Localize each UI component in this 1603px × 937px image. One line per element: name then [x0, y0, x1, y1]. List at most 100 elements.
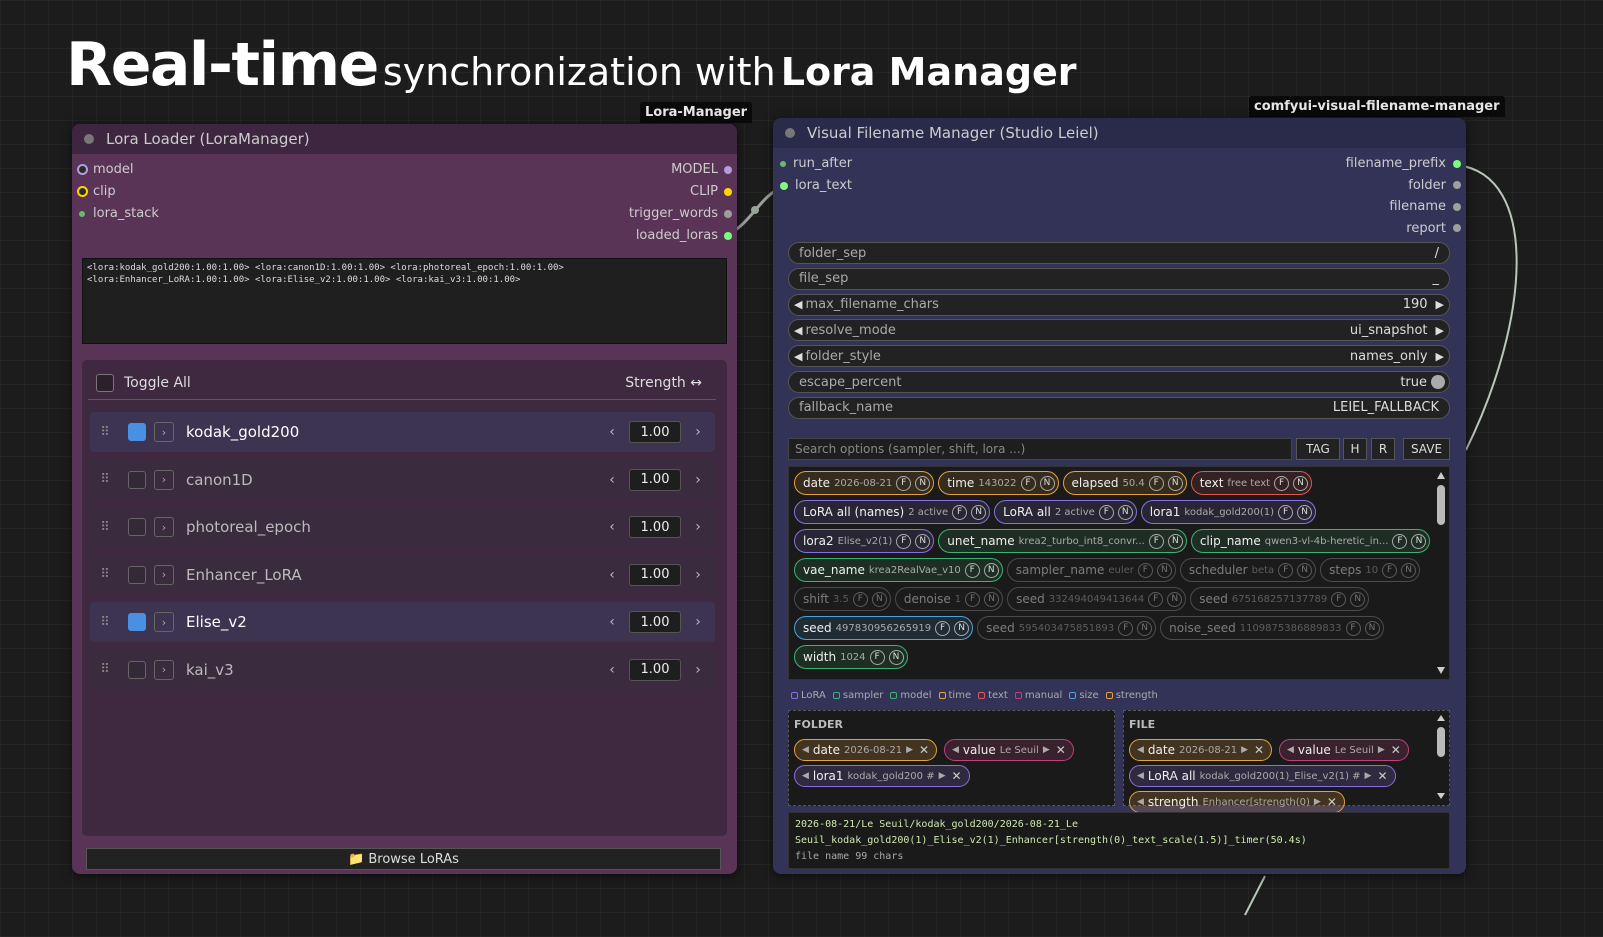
widget-resolve_mode[interactable]: ◀ resolve_mode ui_snapshot ▶ [788, 319, 1450, 342]
lora-enable-checkbox[interactable] [128, 565, 146, 584]
decrement-arrow-icon[interactable]: ◀ [794, 350, 802, 363]
legend-checkbox[interactable] [1069, 692, 1077, 699]
drag-handle-icon[interactable]: ⠿ [90, 472, 120, 487]
token-chip[interactable]: shift 3.5 F N [794, 587, 891, 611]
token-chip[interactable]: time 143022 F N [938, 471, 1059, 495]
add-to-folder-button[interactable]: F [1278, 562, 1294, 578]
drag-handle-icon[interactable]: ⠿ [90, 615, 120, 630]
move-right-icon[interactable]: ▶ [1378, 745, 1385, 755]
token-chip[interactable]: elapsed 50.4 F N [1062, 471, 1187, 495]
decrement-arrow-icon[interactable]: ◀ [794, 324, 802, 337]
widget-folder_style[interactable]: ◀ folder_style names_only ▶ [788, 345, 1450, 368]
lora-row-Elise_v2[interactable]: ⠿ › Elise_v2 ‹ 1.00 › [90, 602, 715, 642]
add-to-folder-button[interactable]: F [896, 533, 912, 549]
add-to-name-button[interactable]: N [915, 475, 931, 491]
strength-input[interactable]: 1.00 [629, 421, 681, 443]
output-trigger_words[interactable]: trigger_words [629, 206, 732, 221]
model-socket-icon[interactable] [77, 164, 88, 175]
add-to-folder-button[interactable]: F [1148, 533, 1164, 549]
add-to-folder-button[interactable]: F [964, 562, 980, 578]
token-chip[interactable]: lora2 Elise_v2(1) F N [794, 529, 935, 553]
token-chip[interactable]: width 1024 F N [794, 645, 908, 669]
add-to-folder-button[interactable]: F [869, 649, 885, 665]
add-to-name-button[interactable]: N [1167, 533, 1183, 549]
folder-token-chip[interactable]: ◀ lora1 kodak_gold200 # ▶ ✕ [794, 765, 970, 787]
move-right-icon[interactable]: ▶ [1241, 745, 1248, 755]
token-chip[interactable]: clip_name qwen3-vl-4b-heretic_in... F N [1190, 529, 1431, 553]
add-to-name-button[interactable]: N [1167, 475, 1183, 491]
add-to-name-button[interactable]: N [915, 533, 931, 549]
move-left-icon[interactable]: ◀ [802, 771, 809, 781]
increase-strength-button[interactable]: › [687, 614, 709, 630]
strength-input[interactable]: 1.00 [629, 658, 681, 681]
widget-escape_percent[interactable]: escape_percent true [788, 371, 1450, 393]
legend-item[interactable]: LoRA [791, 690, 826, 701]
increment-arrow-icon[interactable]: ▶ [1436, 298, 1444, 311]
run_after-socket-icon[interactable] [780, 160, 786, 167]
remove-chip-icon[interactable]: ✕ [1056, 743, 1066, 757]
token-chip[interactable]: unet_name krea2_turbo_int8_convr... F N [938, 529, 1187, 553]
file-token-chip[interactable]: ◀ value Le Seuil ▶ ✕ [1279, 739, 1409, 761]
token-chip[interactable]: noise_seed 1109875386889833 F N [1160, 616, 1384, 640]
add-to-name-button[interactable]: N [971, 504, 987, 520]
increase-strength-button[interactable]: › [687, 567, 709, 583]
strength-input[interactable]: 1.00 [629, 516, 681, 538]
lora-syntax-textarea[interactable]: <lora:kodak_gold200:1.00:1.00> <lora:can… [82, 258, 727, 344]
token-chip[interactable]: seed 497830956265919 F N [794, 616, 974, 640]
widget-max_filename_chars[interactable]: ◀ max_filename_chars 190 ▶ [788, 293, 1450, 316]
add-to-folder-button[interactable]: F [1278, 504, 1294, 520]
decrease-strength-button[interactable]: ‹ [601, 567, 623, 583]
search-options-input[interactable]: Search options (sampler, shift, lora ...… [788, 438, 1292, 460]
drag-handle-icon[interactable]: ⠿ [90, 662, 120, 677]
add-to-name-button[interactable]: N [1364, 620, 1380, 636]
legend-checkbox[interactable] [791, 692, 798, 699]
legend-checkbox[interactable] [1014, 692, 1022, 699]
move-left-icon[interactable]: ◀ [802, 745, 809, 755]
token-chip[interactable]: scheduler beta F N [1179, 558, 1317, 582]
output-trigger_words-socket-icon[interactable] [724, 209, 732, 218]
output-folder[interactable]: folder [1408, 178, 1461, 193]
add-to-folder-button[interactable]: F [1345, 620, 1361, 636]
legend-checkbox[interactable] [890, 692, 898, 699]
lora_stack-socket-icon[interactable] [79, 210, 85, 217]
legend-checkbox[interactable] [978, 692, 986, 699]
decrease-strength-button[interactable]: ‹ [601, 662, 623, 678]
output-model-socket-icon[interactable] [724, 165, 732, 174]
add-to-name-button[interactable]: N [1350, 591, 1366, 607]
widget-fallback_name[interactable]: fallback_name LEIEL_FALLBACK [788, 396, 1450, 419]
legend-item[interactable]: text [978, 690, 1008, 701]
token-chip[interactable]: denoise 1 F N [894, 587, 1004, 611]
remove-chip-icon[interactable]: ✕ [1391, 743, 1401, 757]
add-to-name-button[interactable]: N [954, 620, 970, 636]
strength-input[interactable]: 1.00 [629, 611, 681, 633]
token-chip[interactable]: LoRA all (names) 2 active F N [794, 500, 991, 524]
file-token-chip[interactable]: ◀ LoRA all kodak_gold200(1)_Elise_v2(1) # ▶… [1129, 765, 1396, 787]
remove-chip-icon[interactable]: ✕ [952, 769, 962, 783]
add-to-folder-button[interactable]: F [1148, 591, 1164, 607]
add-to-folder-button[interactable]: F [1382, 562, 1398, 578]
remove-chip-icon[interactable]: ✕ [1327, 795, 1337, 809]
token-chip[interactable]: seed 595403475851893 F N [977, 616, 1157, 640]
token-chip[interactable]: vae_name krea2RealVae_v10 F N [794, 558, 1003, 582]
input-model[interactable]: model [77, 162, 133, 177]
token-chip[interactable]: text free text F N [1190, 471, 1313, 495]
strength-input[interactable]: 1.00 [629, 563, 681, 586]
add-to-name-button[interactable]: N [984, 591, 1000, 607]
legend-item[interactable]: size [1069, 690, 1099, 701]
add-to-name-button[interactable]: N [1039, 475, 1055, 491]
visual-filename-manager-node[interactable]: Visual Filename Manager (Studio Leiel) r… [773, 118, 1466, 874]
add-to-folder-button[interactable]: F [952, 504, 968, 520]
output-filename_prefix[interactable]: filename_prefix [1346, 156, 1461, 171]
move-right-icon[interactable]: ▶ [1043, 745, 1050, 755]
collapse-dot-icon[interactable] [84, 134, 94, 144]
add-to-folder-button[interactable]: F [1137, 562, 1153, 578]
output-model[interactable]: MODEL [671, 162, 732, 177]
move-left-icon[interactable]: ◀ [952, 745, 959, 755]
legend-item[interactable]: model [890, 690, 932, 701]
output-filename_prefix-socket-icon[interactable] [1453, 159, 1461, 168]
input-clip[interactable]: clip [77, 184, 116, 199]
legend-checkbox[interactable] [1105, 692, 1113, 699]
decrease-strength-button[interactable]: ‹ [601, 614, 623, 630]
add-to-folder-button[interactable]: F [1331, 591, 1347, 607]
add-to-name-button[interactable]: N [1293, 475, 1309, 491]
